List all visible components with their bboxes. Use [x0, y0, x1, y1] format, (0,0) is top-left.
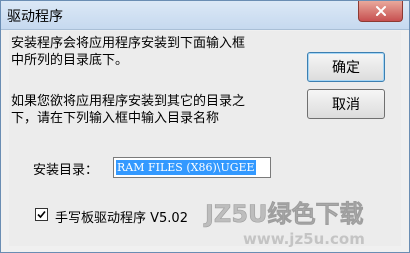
message-line-4: 下，请在下列输入框中输入目录名称	[11, 111, 220, 126]
window-title: 驱动程序	[7, 9, 63, 25]
svg-text:JZ5U绿色下载: JZ5U绿色下载	[203, 200, 364, 228]
close-icon	[375, 6, 386, 16]
driver-checkbox[interactable]	[35, 208, 48, 221]
cancel-button[interactable]: 取消	[307, 89, 385, 119]
svg-text:www.jz5u.com: www.jz5u.com	[243, 230, 365, 248]
message-line-3: 如果您欲将应用程序安装到其它的目录之	[11, 94, 246, 109]
checkmark-icon	[37, 210, 46, 219]
message-line-2: 中所列的目录底下。	[11, 53, 129, 68]
title-bar[interactable]: 驱动程序	[1, 1, 409, 30]
ok-button[interactable]: 确定	[307, 52, 385, 82]
install-dir-input[interactable]: RAM FILES (X86)\UGEE	[113, 157, 271, 178]
close-button[interactable]	[358, 1, 403, 22]
install-dir-label: 安装目录：	[33, 163, 99, 178]
install-dir-value: RAM FILES (X86)\UGEE	[116, 160, 256, 175]
watermark: JZ5U绿色下载 www.jz5u.com	[199, 192, 409, 252]
watermark-logo: JZ5U绿色下载 www.jz5u.com	[203, 200, 365, 248]
message-line-1: 安装程序会将应用程序安装到下面输入框	[11, 36, 246, 51]
dialog-window: 驱动程序 安装程序会将应用程序安装到下面输入框 中所列的目录底下。 确定 如果您…	[0, 0, 410, 253]
driver-checkbox-label: 手写板驱动程序 V5.02	[55, 211, 188, 226]
